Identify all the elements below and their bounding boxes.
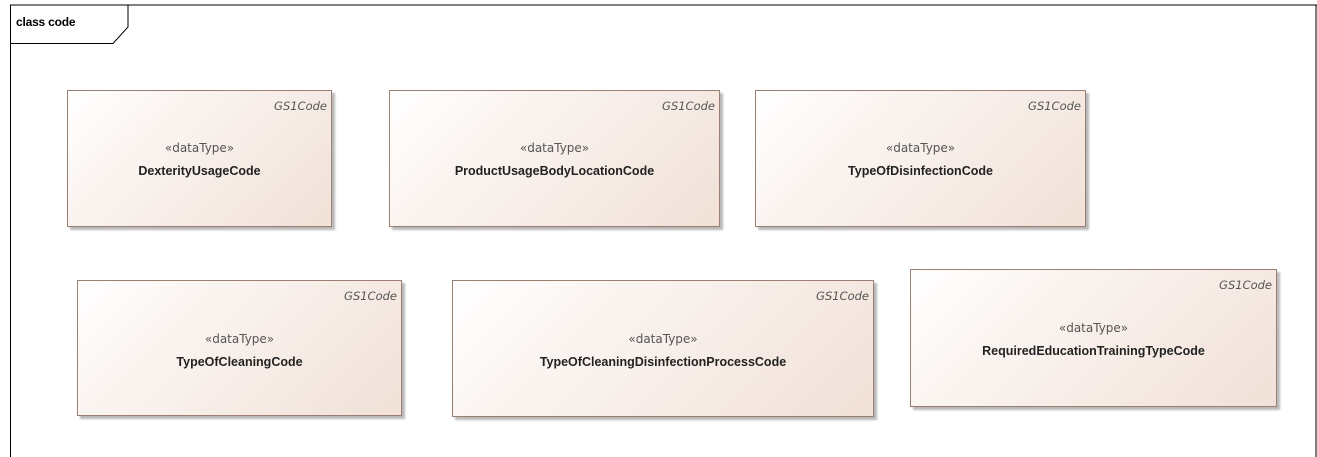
class-tag: GS1Code <box>344 289 397 303</box>
class-name: ProductUsageBodyLocationCode <box>454 164 655 178</box>
class-name: RequiredEducationTrainingTypeCode <box>982 344 1205 358</box>
class-box-dexterity-usage-code[interactable]: GS1Code «dataType» DexterityUsageCode <box>67 90 332 227</box>
class-stereotype: «dataType» <box>204 332 275 346</box>
class-stereotype: «dataType» <box>164 141 235 155</box>
class-tag: GS1Code <box>662 99 715 113</box>
class-name: TypeOfDisinfectionCode <box>848 164 993 178</box>
frame-title: class code <box>16 15 76 29</box>
class-box-type-of-disinfection-code[interactable]: GS1Code «dataType» TypeOfDisinfectionCod… <box>755 90 1086 227</box>
class-tag: GS1Code <box>816 289 869 303</box>
class-tag: GS1Code <box>274 99 327 113</box>
class-name: TypeOfCleaningCode <box>176 355 303 369</box>
class-tag: GS1Code <box>1219 278 1272 292</box>
class-stereotype: «dataType» <box>1058 321 1129 335</box>
class-stereotype: «dataType» <box>519 141 590 155</box>
class-box-required-education-training-type-code[interactable]: GS1Code «dataType» RequiredEducationTrai… <box>910 269 1277 407</box>
class-box-product-usage-body-location-code[interactable]: GS1Code «dataType» ProductUsageBodyLocat… <box>389 90 720 227</box>
class-name: TypeOfCleaningDisinfectionProcessCode <box>539 355 787 369</box>
class-name: DexterityUsageCode <box>138 164 261 178</box>
class-box-type-of-cleaning-code[interactable]: GS1Code «dataType» TypeOfCleaningCode <box>77 280 402 416</box>
class-tag: GS1Code <box>1028 99 1081 113</box>
class-stereotype: «dataType» <box>885 141 956 155</box>
class-stereotype: «dataType» <box>628 332 698 346</box>
class-box-type-of-cleaning-disinfection-process-code[interactable]: GS1Code «dataType» TypeOfCleaningDisinfe… <box>452 280 874 417</box>
